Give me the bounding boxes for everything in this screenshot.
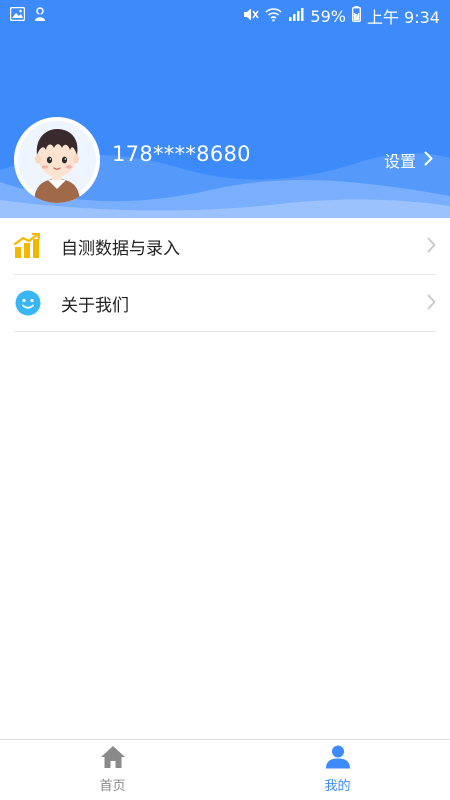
menu-item-about-us[interactable]: 关于我们	[14, 275, 436, 332]
menu-item-label: 自测数据与录入	[61, 238, 180, 259]
nav-home-label: 首页	[99, 779, 126, 794]
battery-percent: 59%	[310, 6, 346, 26]
settings-label: 设置	[384, 152, 417, 171]
avatar-boy-illustration	[14, 117, 100, 203]
menu-item-label: 关于我们	[61, 295, 129, 316]
menu-item-self-test-data[interactable]: 自测数据与录入	[14, 218, 436, 275]
chevron-right-icon	[424, 151, 433, 170]
smile-icon	[14, 289, 42, 317]
menu-list: 自测数据与录入 关于我们	[0, 218, 450, 332]
wifi-icon	[265, 7, 282, 26]
nav-mine-label: 我的	[324, 779, 351, 794]
signal-icon	[288, 7, 304, 25]
chevron-right-icon	[427, 237, 436, 257]
status-time: 上午 9:34	[366, 8, 440, 27]
home-icon	[100, 745, 126, 773]
avatar[interactable]	[14, 117, 100, 203]
nav-home[interactable]: 首页	[0, 740, 225, 800]
image-icon	[9, 6, 26, 25]
bottom-nav: 首页 我的	[0, 739, 450, 800]
notification-app-icon	[33, 6, 47, 26]
chevron-right-icon	[427, 294, 436, 314]
phone-number: 178****8680	[112, 142, 251, 166]
settings-button[interactable]: 设置	[384, 148, 433, 172]
profile-header: 59% 上午 9:34 178****8680 设置	[0, 0, 450, 218]
status-bar: 59% 上午 9:34	[0, 0, 450, 32]
user-icon	[325, 745, 351, 773]
chart-icon	[14, 232, 42, 260]
nav-mine[interactable]: 我的	[225, 740, 450, 800]
screen: 59% 上午 9:34 178****8680 设置 自测数据与录入 关于我们 …	[0, 0, 450, 800]
battery-charging-icon	[352, 6, 361, 26]
mute-icon	[243, 7, 260, 26]
